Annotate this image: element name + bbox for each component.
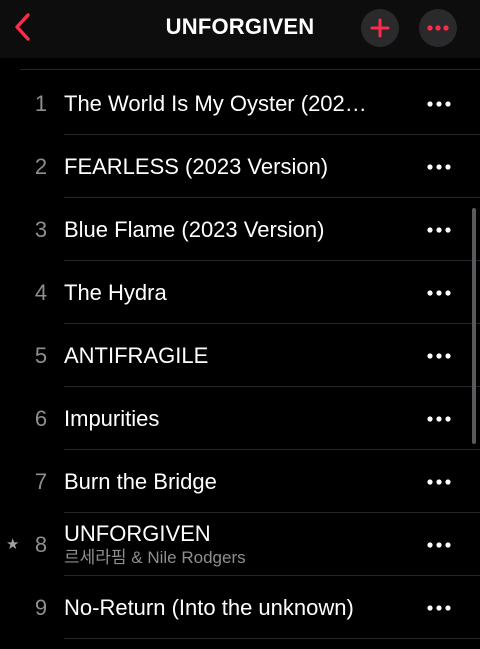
ellipsis-icon bbox=[427, 604, 451, 611]
row-divider bbox=[64, 638, 480, 639]
ellipsis-icon bbox=[427, 541, 451, 548]
track-number: 6 bbox=[34, 406, 48, 431]
track-more-button[interactable] bbox=[420, 576, 458, 639]
track-row[interactable]: ★ 8 UNFORGIVEN 르세라핌 & Nile Rodgers bbox=[0, 513, 480, 576]
track-more-button[interactable] bbox=[420, 261, 458, 324]
track-more-button[interactable] bbox=[420, 135, 458, 198]
ellipsis-icon bbox=[427, 226, 451, 233]
list-top-divider bbox=[20, 69, 480, 70]
track-number: 7 bbox=[34, 469, 48, 494]
track-title: No-Return (Into the unknown) bbox=[64, 595, 354, 620]
track-title: The World Is My Oyster (202… bbox=[64, 91, 367, 116]
more-options-button[interactable] bbox=[419, 9, 457, 47]
track-row[interactable]: 9 No-Return (Into the unknown) bbox=[0, 576, 480, 639]
track-title: The Hydra bbox=[64, 280, 167, 305]
track-number: 1 bbox=[34, 91, 48, 116]
track-title: Blue Flame (2023 Version) bbox=[64, 217, 325, 242]
track-row[interactable]: 6 Impurities bbox=[0, 387, 480, 450]
track-row[interactable]: 1 The World Is My Oyster (202… bbox=[0, 72, 480, 135]
page-title: UNFORGIVEN bbox=[165, 14, 315, 39]
track-more-button[interactable] bbox=[420, 72, 458, 135]
ellipsis-icon bbox=[427, 100, 451, 107]
ellipsis-icon bbox=[427, 289, 451, 296]
track-row[interactable]: 2 FEARLESS (2023 Version) bbox=[0, 135, 480, 198]
track-more-button[interactable] bbox=[420, 387, 458, 450]
track-row[interactable]: 7 Burn the Bridge bbox=[0, 450, 480, 513]
track-number: 4 bbox=[34, 280, 48, 305]
track-number: 5 bbox=[34, 343, 48, 368]
track-number: 3 bbox=[34, 217, 48, 242]
track-title: ANTIFRAGILE bbox=[64, 343, 209, 368]
ellipsis-icon bbox=[427, 352, 451, 359]
track-more-button[interactable] bbox=[420, 198, 458, 261]
ellipsis-icon bbox=[427, 415, 451, 422]
track-number: 2 bbox=[34, 154, 48, 179]
track-row[interactable]: 3 Blue Flame (2023 Version) bbox=[0, 198, 480, 261]
track-more-button[interactable] bbox=[420, 513, 458, 576]
track-artist: 르세라핌 & Nile Rodgers bbox=[64, 548, 246, 567]
back-button[interactable] bbox=[8, 9, 38, 45]
track-title: UNFORGIVEN bbox=[64, 521, 211, 546]
track-number: 8 bbox=[34, 532, 48, 557]
track-more-button[interactable] bbox=[420, 324, 458, 387]
chevron-left-icon bbox=[15, 13, 30, 41]
track-row[interactable]: 5 ANTIFRAGILE bbox=[0, 324, 480, 387]
track-title: Impurities bbox=[64, 406, 160, 431]
track-title: FEARLESS (2023 Version) bbox=[64, 154, 329, 179]
ellipsis-icon bbox=[427, 478, 451, 485]
track-row[interactable]: 4 The Hydra bbox=[0, 261, 480, 324]
ellipsis-icon bbox=[427, 25, 449, 31]
add-button[interactable] bbox=[361, 9, 399, 47]
ellipsis-icon bbox=[427, 163, 451, 170]
track-number: 9 bbox=[34, 595, 48, 620]
scrollbar[interactable] bbox=[472, 208, 476, 444]
star-icon: ★ bbox=[6, 536, 20, 553]
plus-icon bbox=[370, 18, 390, 38]
track-title: Burn the Bridge bbox=[64, 469, 217, 494]
navigation-bar: UNFORGIVEN bbox=[0, 0, 480, 58]
track-more-button[interactable] bbox=[420, 450, 458, 513]
